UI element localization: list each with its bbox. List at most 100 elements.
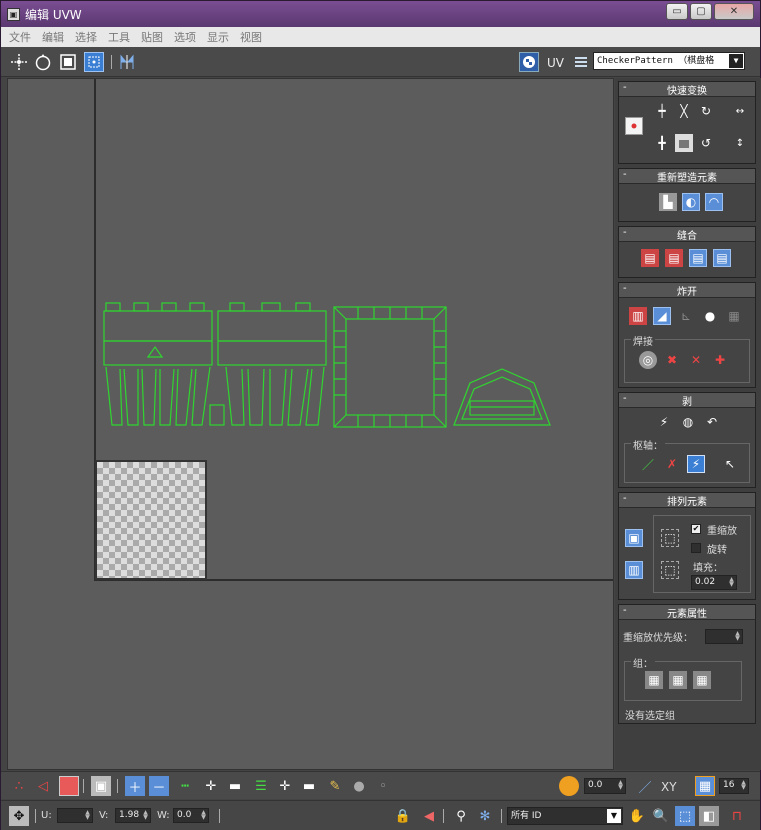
break-icon[interactable]: ▥ — [629, 307, 647, 325]
move-icon[interactable] — [9, 52, 29, 72]
xy-label[interactable]: XY — [661, 780, 677, 794]
menu-mapping[interactable]: 贴图 — [141, 29, 163, 45]
falloff-linear-icon[interactable]: ／ — [635, 776, 655, 796]
rotate-minus-icon[interactable]: ↺ — [697, 134, 715, 152]
detach-icon[interactable]: ◢ — [653, 307, 671, 325]
maximize-button[interactable]: ▢ — [690, 3, 712, 20]
paint-grow-icon[interactable]: ● — [349, 776, 369, 796]
grow-selection-icon[interactable]: ＋ — [125, 776, 145, 796]
element-mode-icon[interactable]: ▣ — [91, 776, 111, 796]
align-horizontal-icon[interactable]: ┿ — [653, 102, 671, 120]
menu-edit[interactable]: 编辑 — [42, 29, 64, 45]
ungroup-selected-icon[interactable]: ▦ — [669, 671, 687, 689]
zoom-icon[interactable]: 🔍 — [651, 806, 671, 826]
edge-mode-icon[interactable]: ◁ — [33, 776, 53, 796]
menu-display[interactable]: 显示 — [207, 29, 229, 45]
weld-selected-icon[interactable]: ✖ — [663, 351, 681, 369]
auto-pin-icon[interactable]: ⚡ — [687, 455, 705, 473]
peel-header[interactable]: -剥 — [619, 393, 755, 408]
align-center-icon[interactable] — [625, 117, 643, 135]
align-diagonal-icon[interactable]: ╳ — [675, 102, 693, 120]
stitch-custom-icon[interactable]: ▤ — [641, 249, 659, 267]
flatten-by-material-icon[interactable]: ▦ — [725, 307, 743, 325]
padding-spinner[interactable]: 0.02 ▲ ▼ — [691, 575, 737, 590]
menu-view[interactable]: 视图 — [240, 29, 262, 45]
v-spinner[interactable]: 1.98 ▲ ▼ — [115, 808, 151, 823]
rotate-plus-icon[interactable]: ↻ — [697, 102, 715, 120]
spacing-vertical-icon[interactable]: ↕ — [731, 134, 749, 152]
element-properties-header[interactable]: - 元素属性 — [619, 605, 755, 620]
texture-dropdown[interactable]: CheckerPattern （棋盘格 ▼ — [593, 52, 745, 70]
pin-display-icon[interactable]: ⚲ — [451, 806, 471, 826]
stitch-header[interactable]: - 缝合 — [619, 227, 755, 242]
relax-icon[interactable]: ◐ — [682, 193, 700, 211]
vertex-mode-icon[interactable]: ∴ — [9, 776, 29, 796]
title-bar[interactable]: ▣ 编辑 UVW ▭ ▢ ✕ — [1, 1, 760, 27]
scale-icon[interactable] — [58, 52, 78, 72]
spacing-horizontal-icon[interactable]: ↔ — [731, 102, 749, 120]
quick-peel-icon[interactable]: ⚡ — [655, 413, 673, 431]
pan-icon[interactable]: ✋ — [627, 806, 647, 826]
uv-wireframe[interactable] — [8, 79, 614, 770]
menu-file[interactable]: 文件 — [9, 29, 31, 45]
target-weld-icon[interactable]: ◎ — [639, 351, 657, 369]
rotate-icon[interactable] — [33, 52, 53, 72]
checker-map-icon[interactable] — [519, 52, 539, 72]
shrink-selection-icon[interactable]: － — [149, 776, 169, 796]
freeform-icon[interactable] — [84, 52, 104, 72]
weld-all-icon[interactable]: ✕ — [687, 351, 705, 369]
snap-icon[interactable]: ⊓ — [727, 806, 747, 826]
mirror-icon[interactable] — [117, 52, 137, 72]
pack-together-icon[interactable]: ▥ — [625, 561, 643, 579]
circle-icon[interactable]: ◠ — [705, 193, 723, 211]
soft-select-icon[interactable] — [559, 776, 579, 796]
pack-normalize-icon[interactable]: ▣ — [625, 529, 643, 547]
absolute-mode-icon[interactable]: ✥ — [9, 806, 29, 826]
rotate-checkbox[interactable] — [691, 543, 701, 553]
u-spinner[interactable]: ▲ ▼ — [57, 808, 93, 823]
reshape-header[interactable]: - 重新塑造元素 — [619, 169, 755, 184]
sphere-icon[interactable]: ● — [701, 307, 719, 325]
loop-grow-icon[interactable]: ✛ — [275, 776, 295, 796]
align-vertical-icon[interactable]: ╋ — [653, 134, 671, 152]
reset-peel-icon[interactable]: ↶ — [703, 413, 721, 431]
ring-grow-icon[interactable]: ✛ — [201, 776, 221, 796]
lock-icon[interactable]: 🔒 — [393, 806, 413, 826]
pin-icon[interactable]: ／ — [639, 455, 657, 473]
flatten-by-smoothing-icon[interactable]: ⊾ — [677, 307, 695, 325]
loop-shrink-icon[interactable]: ▬ — [299, 776, 319, 796]
list-icon[interactable] — [571, 52, 591, 72]
paint-shrink-icon[interactable]: ◦ — [373, 776, 393, 796]
menu-select[interactable]: 选择 — [75, 29, 97, 45]
close-button[interactable]: ✕ — [714, 3, 754, 20]
pack-custom-icon[interactable]: ⬚ — [661, 529, 679, 547]
loop-icon[interactable]: ☰ — [251, 776, 271, 796]
zoom-region-icon[interactable]: ⬚ — [675, 806, 695, 826]
unpin-icon[interactable]: ✗ — [663, 455, 681, 473]
flatten-icon[interactable] — [675, 134, 693, 152]
grid-snap-icon[interactable]: ▦ — [695, 776, 715, 796]
hide-icon[interactable]: ◀ — [419, 806, 439, 826]
freeze-icon[interactable]: ✻ — [475, 806, 495, 826]
rescale-priority-spinner[interactable]: ▲ ▼ — [705, 629, 743, 644]
minimize-button[interactable]: ▭ — [666, 3, 688, 20]
straighten-icon[interactable]: ▙ — [659, 193, 677, 211]
id-filter-dropdown[interactable]: 所有 ID ▼ — [507, 807, 623, 825]
grid-spinner[interactable]: 16 ▲ ▼ — [719, 778, 749, 794]
rescale-checkbox[interactable]: ✔ — [691, 524, 701, 534]
menu-options[interactable]: 选项 — [174, 29, 196, 45]
peel-mode-icon[interactable]: ◍ — [679, 413, 697, 431]
stitch-source-icon[interactable]: ▤ — [713, 249, 731, 267]
weld-threshold-icon[interactable]: ✚ — [711, 351, 729, 369]
group-select-icon[interactable]: ▦ — [693, 671, 711, 689]
ring-icon[interactable]: ┅ — [175, 776, 195, 796]
explode-header[interactable]: - 炸开 — [619, 283, 755, 298]
stitch-target-icon[interactable]: ▤ — [665, 249, 683, 267]
polygon-mode-icon[interactable] — [59, 776, 79, 796]
paint-select-icon[interactable]: ✎ — [325, 776, 345, 796]
ring-shrink-icon[interactable]: ▬ — [225, 776, 245, 796]
zoom-extents-icon[interactable]: ◧ — [699, 806, 719, 826]
rescale-elements-icon[interactable]: ⬚ — [661, 561, 679, 579]
select-pins-icon[interactable]: ↖ — [721, 455, 739, 473]
arrange-header[interactable]: - 排列元素 — [619, 493, 755, 508]
